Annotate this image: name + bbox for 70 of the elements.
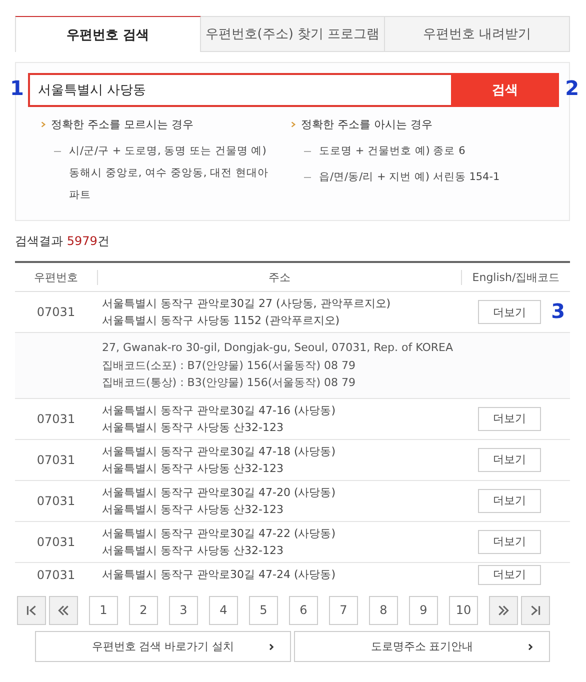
page-button[interactable]: 7 xyxy=(329,596,358,624)
annotation-number: 3 xyxy=(551,299,565,323)
annotation-number: 2 xyxy=(565,76,579,100)
next-button[interactable] xyxy=(489,596,518,624)
link-button[interactable]: 우편번호 검색 바로가기 설치 xyxy=(35,630,291,662)
previous-button[interactable] xyxy=(49,596,78,624)
dash-icon xyxy=(304,151,311,152)
search-field[interactable]: 서울특별시 사당동 xyxy=(28,73,451,107)
page-button[interactable]: 5 xyxy=(249,596,278,624)
page-button[interactable]: 9 xyxy=(409,596,438,624)
first-page-icon xyxy=(25,604,38,616)
hint-text: 시/군/구 + 도로명, 동명 또는 건물명 예) 동해시 중앙로, 여수 중앙동, 대전 현대아파트 xyxy=(69,144,269,203)
table-cell-text: 07031 xyxy=(36,305,76,319)
tab[interactable]: 우편번호 내려받기 xyxy=(385,16,570,52)
tab[interactable]: 우편번호(주소) 찾기 프로그램 xyxy=(200,16,386,52)
table-cell-text: 서울특별시 동작구 사당동 산32-123 xyxy=(102,542,284,558)
table-cell-text: 서울특별시 동작구 관악로30길 47-24 (사당동) xyxy=(102,567,337,583)
hint-title: 정확한 주소를 모르시는 경우 xyxy=(51,117,194,132)
double-chevron-icon xyxy=(57,604,70,616)
table-cell-text: 07031 xyxy=(36,534,76,548)
more-button[interactable]: 더보기 xyxy=(478,564,541,584)
table-cell-text: 서울특별시 동작구 관악로30길 47-22 (사당동) xyxy=(102,526,337,542)
table-cell-text: 서울특별시 동작구 사당동 산32-123 xyxy=(102,460,284,476)
last-page-icon xyxy=(529,604,542,616)
annotation-number: 1 xyxy=(10,76,24,100)
table-cell-text: 서울특별시 동작구 사당동 산32-123 xyxy=(102,502,284,518)
dash-icon xyxy=(304,177,311,178)
table-cell-text: 07031 xyxy=(36,494,76,508)
column-header: 우편번호 xyxy=(33,270,79,284)
more-button[interactable]: 더보기 xyxy=(478,488,541,512)
table-cell-text: 07031 xyxy=(36,452,76,466)
page-button[interactable]: 10 xyxy=(449,596,478,624)
tab[interactable]: 우편번호 검색 xyxy=(15,16,201,52)
first-page-button[interactable] xyxy=(17,596,46,624)
chevron-icon xyxy=(526,642,535,652)
table-cell-text: 서울특별시 동작구 사당동 1152 (관악푸르지오) xyxy=(102,313,341,329)
page-button[interactable]: 2 xyxy=(129,596,158,624)
detail-text: 27, Gwanak-ro 30-gil, Dongjak-gu, Seoul, 07031, Rep. of KOREA xyxy=(102,340,454,356)
page-button[interactable]: 3 xyxy=(169,596,198,624)
search-button[interactable]: 검색 xyxy=(451,73,559,107)
page-button[interactable]: 8 xyxy=(369,596,398,624)
double-chevron-icon xyxy=(497,604,510,616)
table-cell-text: 서울특별시 동작구 관악로30길 47-18 (사당동) xyxy=(102,444,337,460)
column-header: 주소 xyxy=(97,270,462,284)
chevron-icon xyxy=(290,120,297,129)
result-count: 검색결과 5979건 xyxy=(15,233,110,250)
hint-text: 도로명 + 건물번호 예) 종로 6 xyxy=(319,144,466,159)
detail-text: 집배코드(통상) : B3(안양물) 156(서울동작) 08 79 xyxy=(102,375,356,391)
page-button[interactable]: 4 xyxy=(209,596,238,624)
chevron-icon xyxy=(40,120,47,129)
page-button[interactable]: 6 xyxy=(289,596,318,624)
more-button[interactable]: 더보기 xyxy=(478,300,541,324)
table-cell-text: 07031 xyxy=(36,412,76,426)
table-cell-text: 서울특별시 동작구 관악로30길 27 (사당동, 관악푸르지오) xyxy=(102,296,392,312)
dash-icon xyxy=(54,151,61,152)
hint-text: 읍/면/동/리 + 지번 예) 서린동 154-1 xyxy=(319,170,501,185)
more-button[interactable]: 더보기 xyxy=(478,406,541,430)
last-page-button[interactable] xyxy=(521,596,550,624)
more-button[interactable]: 더보기 xyxy=(478,530,541,554)
table-cell-text: 서울특별시 동작구 사당동 산32-123 xyxy=(102,420,284,436)
page-button[interactable]: 1 xyxy=(89,596,118,624)
table-cell-text: 07031 xyxy=(36,568,76,582)
chevron-icon xyxy=(267,642,276,652)
hint-title: 정확한 주소를 아시는 경우 xyxy=(301,117,432,132)
detail-text: 집배코드(소포) : B7(안양물) 156(서울동작) 08 79 xyxy=(102,358,356,374)
table-cell-text: 서울특별시 동작구 관악로30길 47-16 (사당동) xyxy=(102,402,337,418)
table-cell-text: 서울특별시 동작구 관악로30길 47-20 (사당동) xyxy=(102,484,337,500)
more-button[interactable]: 더보기 xyxy=(478,448,541,472)
link-button[interactable]: 도로명주소 표기안내 xyxy=(294,630,550,662)
column-header: English/집배코드 xyxy=(471,270,561,284)
